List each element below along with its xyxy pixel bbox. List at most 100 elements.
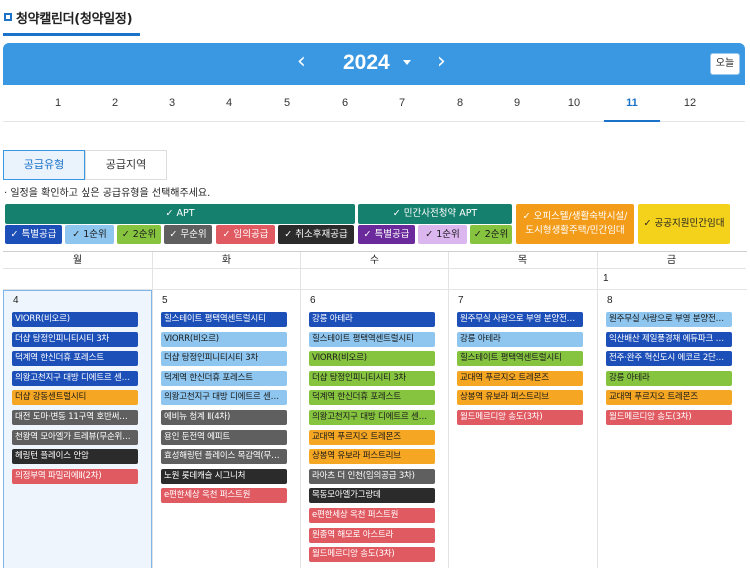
calendar-event[interactable]: 원종역 해모로 아스트라 (309, 527, 435, 543)
tab-month-3[interactable]: 3 (144, 85, 200, 122)
calendar-event[interactable]: 강릉 아테라 (457, 331, 583, 347)
calendar-event[interactable]: 의왕고천지구 대방 디에트르 센… (12, 370, 138, 386)
calendar-event[interactable]: 의왕고천지구 대방 디에트르 센… (161, 390, 287, 406)
today-button[interactable]: 오늘 (710, 53, 740, 75)
calendar-event[interactable]: 노원 롯데캐슬 시그니처 (161, 468, 287, 484)
tab-month-10[interactable]: 10 (546, 85, 602, 122)
calendar-event[interactable]: 힐스테이트 평택역센트럴시티 (309, 331, 435, 347)
calendar-event[interactable]: 헤링턴 플레이스 안암 (12, 449, 138, 465)
tab-month-4[interactable]: 4 (201, 85, 257, 122)
calendar-event[interactable]: 효성해링턴 플레이스 목감역(무… (161, 449, 287, 465)
calendar-event[interactable]: VIORR(비오르) (161, 331, 287, 347)
calendar-event[interactable]: 월드메르디앙 송도(3차) (606, 410, 732, 425)
category-apt-toggle[interactable]: ✓ APT (5, 204, 355, 224)
calendar-event[interactable]: e편한세상 옥천 퍼스트원 (309, 508, 435, 523)
calendar-event[interactable]: 덕계역 한신더휴 포레스트 (309, 390, 435, 406)
category-officetel-line1: ✓ 오피스텔/생활숙박시설/ (522, 211, 628, 222)
calendar-event[interactable]: 의왕고천지구 대방 디에트르 센… (309, 410, 435, 425)
filter-chip[interactable]: ✓ 1순위 (65, 225, 114, 244)
calendar-event[interactable]: 더샵 탕정인피니티시티 3차 (309, 370, 435, 386)
weekday-header: 목 (448, 252, 597, 269)
column-divider (597, 252, 598, 568)
filter-chip[interactable]: ✓ 2순위 (117, 225, 161, 244)
prev-year-chevron-icon[interactable]: ‹ (297, 49, 306, 74)
date-number: 8 (607, 295, 613, 306)
tab-month-11[interactable]: 11 (604, 85, 660, 122)
next-year-chevron-icon[interactable]: › (437, 49, 446, 74)
filter-chip[interactable]: ✓ 2순위 (470, 225, 512, 244)
column-divider (152, 252, 153, 568)
calendar-event[interactable]: 대전 도마·변동 11구역 호반써… (12, 410, 138, 425)
calendar-event[interactable]: 덕계역 한신더휴 포레스트 (12, 351, 138, 367)
tab-month-1[interactable]: 1 (30, 85, 86, 122)
calendar-event[interactable]: 상봉역 유보라 퍼스트리브 (457, 390, 583, 406)
column-divider (300, 252, 301, 568)
filter-chip[interactable]: ✓ 무순위 (164, 225, 212, 244)
calendar-event[interactable]: 전주·완주 혁신도시 에코르 2단… (606, 351, 732, 367)
calendar-event[interactable]: 더샵 탕정인피니티시티 3차 (12, 331, 138, 347)
year-selector-bar: ‹ 2024 › 오늘 (3, 43, 745, 85)
tab-month-5[interactable]: 5 (259, 85, 315, 122)
calendar-event[interactable]: 상봉역 유보라 퍼스트리브 (309, 449, 435, 465)
calendar-event[interactable]: 교대역 푸르지오 트레몬즈 (606, 390, 732, 406)
filter-hint-text: · 일정을 확인하고 싶은 공급유형을 선택해주세요. (4, 188, 211, 199)
calendar-event[interactable]: VIORR(비오르) (12, 312, 138, 327)
tab-month-9[interactable]: 9 (489, 85, 545, 122)
tab-supply-region[interactable]: 공급지역 (85, 150, 167, 180)
date-number: 4 (13, 295, 19, 306)
date-number: 6 (310, 295, 316, 306)
date-number: 5 (162, 295, 168, 306)
calendar-event[interactable]: 목동모아엘가그랑데 (309, 488, 435, 504)
title-bullet-icon (4, 13, 12, 21)
month-tabs: 1 2 3 4 5 6 7 8 9 10 11 12 (3, 85, 745, 122)
date-number: 1 (603, 273, 609, 284)
weekday-header: 화 (152, 252, 301, 269)
calendar-grid: 월 화 수 목 금 1 4 5 6 7 8 VIORR(비오르) 더샵 탕정인피니티시티 3차 덕계역 한… (3, 251, 747, 568)
row-divider (3, 289, 747, 290)
calendar-event[interactable]: 월드메르디앙 송도(3차) (309, 547, 435, 563)
tab-month-2[interactable]: 2 (87, 85, 143, 122)
filter-chip[interactable]: ✓ 특별공급 (358, 225, 415, 244)
column-divider (448, 252, 449, 568)
calendar-event[interactable]: e편한세상 옥천 퍼스트원 (161, 488, 287, 504)
tab-month-7[interactable]: 7 (374, 85, 430, 122)
calendar-event[interactable]: 강릉 아테라 (606, 370, 732, 386)
calendar-event[interactable]: 익산배산 제일풍경채 에듀파크 … (606, 331, 732, 347)
page-title: 청약캘린더(청약일정) (16, 12, 133, 27)
calendar-event[interactable]: 용인 둔전역 에피트 (161, 429, 287, 445)
tab-month-6[interactable]: 6 (317, 85, 373, 122)
calendar-event[interactable]: 원주무실 사랑으로 부영 분양전… (606, 312, 732, 327)
weekday-header: 금 (597, 252, 746, 269)
calendar-event[interactable]: 교대역 푸르지오 트레몬즈 (457, 370, 583, 386)
category-public-rental-toggle[interactable]: ✓ 공공지원민간임대 (638, 204, 730, 244)
calendar-event[interactable]: 의정부역 파밀리에Ⅱ(2차) (12, 468, 138, 484)
calendar-event[interactable]: 월드메르디앙 송도(3차) (457, 410, 583, 425)
calendar-event[interactable]: 덕계역 한신더휴 포레스트 (161, 370, 287, 386)
year-dropdown-caret-icon[interactable] (403, 60, 411, 65)
filter-chip[interactable]: ✓ 특별공급 (5, 225, 62, 244)
calendar-event[interactable]: 에비뉴 청계 Ⅱ(4차) (161, 410, 287, 425)
calendar-event[interactable]: VIORR(비오르) (309, 351, 435, 367)
calendar-event[interactable]: 더샵 강동센트럴시티 (12, 390, 138, 406)
tab-supply-type[interactable]: 공급유형 (3, 150, 85, 180)
calendar-event[interactable]: 천왕역 모아엘가 트레뷰(무순위… (12, 429, 138, 445)
category-private-presale-toggle[interactable]: ✓ 민간사전청약 APT (358, 204, 512, 224)
filter-chip[interactable]: ✓ 임의공급 (216, 225, 275, 244)
tab-month-8[interactable]: 8 (432, 85, 488, 122)
page-header: 청약캘린더(청약일정) (0, 0, 750, 36)
calendar-event[interactable]: 강릉 아테라 (309, 312, 435, 327)
tab-month-12[interactable]: 12 (662, 85, 718, 122)
calendar-event[interactable]: 원주무실 사랑으로 부영 분양전… (457, 312, 583, 327)
calendar-event[interactable]: 힐스테이트 평택역센트럴시티 (161, 312, 287, 327)
calendar-event[interactable]: 더샵 탕정인피니티시티 3차 (161, 351, 287, 367)
year-display[interactable]: 2024 (343, 51, 390, 75)
filter-chip[interactable]: ✓ 취소후재공급 (278, 225, 354, 244)
weekday-header: 수 (300, 252, 449, 269)
calendar-event[interactable]: 라아츠 더 인천(임의공급 3차) (309, 468, 435, 484)
filter-chip[interactable]: ✓ 1순위 (418, 225, 467, 244)
date-number: 7 (458, 295, 464, 306)
calendar-event[interactable]: 교대역 푸르지오 트레몬즈 (309, 429, 435, 445)
calendar-event[interactable]: 힐스테이트 평택역센트럴시티 (457, 351, 583, 367)
category-officetel-toggle[interactable]: ✓ 오피스텔/생활숙박시설/ 도시형생활주택/민간임대 (516, 204, 634, 244)
weekday-header: 월 (3, 252, 152, 269)
